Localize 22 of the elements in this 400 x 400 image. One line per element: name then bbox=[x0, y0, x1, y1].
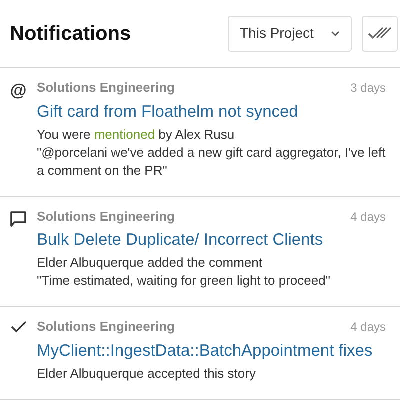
mark-all-read-button[interactable] bbox=[362, 16, 398, 52]
at-sign-icon: @ bbox=[10, 82, 27, 180]
scope-dropdown[interactable]: This Project bbox=[228, 16, 352, 52]
notification-text: "@porcelani we've added a new gift card aggregator, I've left a comment on the PR" bbox=[37, 144, 386, 180]
timestamp: 3 days bbox=[350, 80, 386, 97]
timestamp: 4 days bbox=[350, 208, 386, 226]
notification-text: Elder Albuquerque added the comment bbox=[37, 254, 264, 272]
story-title-link[interactable]: MyClient::IngestData::BatchAppointment fixes bbox=[37, 338, 386, 362]
chevron-down-icon bbox=[331, 30, 340, 36]
checkmark-icon bbox=[10, 321, 26, 333]
timestamp: 4 days bbox=[350, 319, 386, 336]
speech-bubble-icon bbox=[10, 210, 27, 228]
page-title: Notifications bbox=[10, 22, 132, 46]
notification-text: Elder Albuquerque accepted this story bbox=[37, 364, 257, 382]
project-name: Solutions Engineering bbox=[37, 79, 175, 97]
project-name: Solutions Engineering bbox=[37, 318, 175, 336]
story-title-link[interactable]: Bulk Delete Duplicate/ Incorrect Clients bbox=[37, 228, 386, 252]
notification-text: "Time estimated, waiting for green light to proceed" bbox=[37, 272, 332, 290]
notification-text: You were mentioned by Alex Rusu bbox=[37, 126, 236, 144]
project-name: Solutions Engineering bbox=[37, 208, 175, 226]
double-check-icon bbox=[368, 26, 392, 40]
story-title-link[interactable]: Gift card from Floathelm not synced bbox=[37, 100, 386, 124]
